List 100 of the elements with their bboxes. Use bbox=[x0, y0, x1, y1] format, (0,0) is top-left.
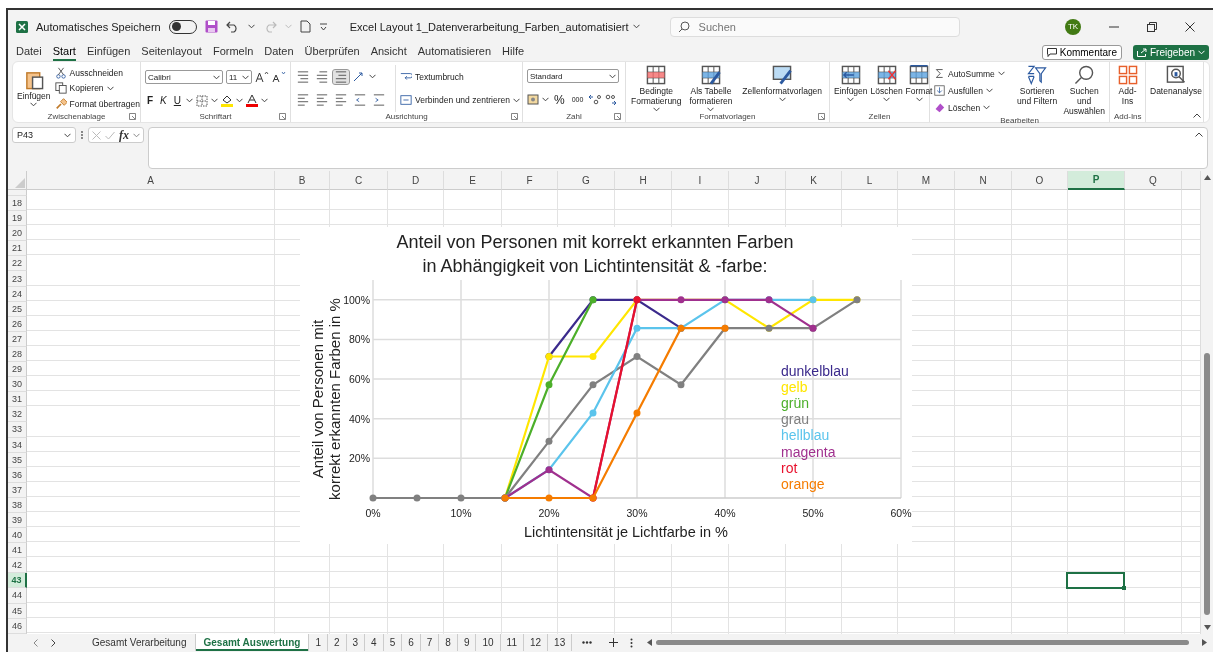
column-header[interactable]: H bbox=[615, 171, 672, 190]
scrollbar-thumb[interactable] bbox=[1204, 353, 1210, 615]
column-header[interactable]: F bbox=[502, 171, 558, 190]
data-analysis-button[interactable]: Datenanalyse bbox=[1150, 65, 1202, 112]
row-header[interactable]: 31 bbox=[8, 392, 27, 408]
row-header[interactable]: 19 bbox=[8, 211, 27, 227]
italic-button[interactable]: K bbox=[158, 94, 169, 107]
scroll-up-icon[interactable] bbox=[1204, 175, 1211, 180]
insert-function-button[interactable]: fx bbox=[119, 127, 129, 143]
sheet-tab[interactable]: Gesamt Auswertung bbox=[195, 634, 310, 651]
column-header[interactable]: D bbox=[388, 171, 444, 190]
save-icon[interactable] bbox=[204, 20, 218, 33]
sort-filter-button[interactable]: Sortieren und Filtern bbox=[1014, 65, 1060, 116]
sheet-tab[interactable]: 13 bbox=[548, 634, 573, 651]
dialog-launcher-icon[interactable] bbox=[614, 113, 621, 120]
menu-tab[interactable]: Seitenlayout bbox=[141, 43, 202, 61]
column-header[interactable]: L bbox=[842, 171, 898, 190]
sheet-tab[interactable]: 4 bbox=[365, 634, 384, 651]
currency-icon[interactable] bbox=[527, 94, 539, 106]
horizontal-scrollbar-thumb[interactable] bbox=[656, 640, 1189, 645]
new-file-icon[interactable] bbox=[299, 20, 311, 33]
row-header[interactable]: 22 bbox=[8, 256, 27, 272]
comments-button[interactable]: Kommentare bbox=[1041, 44, 1122, 60]
merge-center-button[interactable]: Verbinden und zentrieren bbox=[400, 94, 520, 107]
formula-input[interactable] bbox=[148, 127, 1208, 169]
row-header[interactable]: 43 bbox=[8, 573, 27, 589]
format-as-table-button[interactable]: Als Tabelle formatieren bbox=[686, 65, 736, 112]
decrease-decimal-icon[interactable] bbox=[604, 94, 618, 106]
sheet-tab[interactable]: 2 bbox=[327, 634, 347, 651]
more-sheets-icon[interactable] bbox=[582, 641, 593, 644]
column-header[interactable]: A bbox=[27, 171, 275, 190]
orientation-icon[interactable] bbox=[352, 70, 366, 83]
align-bottom-button[interactable] bbox=[333, 69, 349, 84]
number-format-field[interactable]: Standard bbox=[527, 69, 619, 84]
row-header[interactable]: 23 bbox=[8, 271, 27, 287]
increase-font-size-icon[interactable] bbox=[255, 71, 269, 83]
wrap-text-button[interactable]: Textumbruch bbox=[400, 70, 520, 83]
column-header[interactable]: P bbox=[1068, 171, 1125, 190]
collapse-ribbon-icon[interactable] bbox=[1193, 113, 1201, 118]
column-header[interactable]: N bbox=[955, 171, 1012, 190]
row-header[interactable]: 40 bbox=[8, 528, 27, 544]
sheet-tab[interactable]: 1 bbox=[309, 634, 328, 651]
sheet-tab[interactable]: 11 bbox=[500, 634, 524, 651]
align-center-button[interactable] bbox=[314, 93, 330, 108]
row-header[interactable]: 32 bbox=[8, 407, 27, 423]
column-header[interactable]: G bbox=[558, 171, 615, 190]
minimize-icon[interactable] bbox=[1109, 25, 1119, 28]
column-header[interactable]: E bbox=[444, 171, 502, 190]
menu-tab[interactable]: Ansicht bbox=[370, 43, 407, 61]
format-painter-button[interactable]: Format übertragen bbox=[54, 98, 140, 111]
user-avatar[interactable]: TK bbox=[1065, 18, 1081, 35]
share-button[interactable]: Freigeben bbox=[1132, 44, 1209, 60]
menu-tab[interactable]: Hilfe bbox=[502, 43, 525, 61]
column-header[interactable]: M bbox=[898, 171, 955, 190]
increase-indent-button[interactable] bbox=[371, 93, 387, 108]
increase-decimal-icon[interactable] bbox=[588, 94, 602, 106]
dialog-launcher-icon[interactable] bbox=[129, 113, 136, 120]
row-header[interactable]: 21 bbox=[8, 241, 27, 257]
sheet-tab[interactable]: 7 bbox=[420, 634, 440, 651]
sheet-tab[interactable]: 10 bbox=[476, 634, 501, 651]
align-right-button[interactable] bbox=[333, 93, 349, 108]
column-header[interactable]: I bbox=[672, 171, 729, 190]
delete-cells-button[interactable]: Löschen bbox=[871, 65, 902, 112]
percent-button[interactable]: % bbox=[552, 91, 567, 108]
scroll-right-icon[interactable] bbox=[1202, 639, 1207, 646]
fill-button[interactable]: Ausfüllen bbox=[934, 85, 1005, 96]
name-box[interactable]: P43 bbox=[12, 127, 76, 143]
sheet-tab[interactable]: 9 bbox=[457, 634, 477, 651]
row-header[interactable]: 41 bbox=[8, 543, 27, 559]
sheet-tab[interactable]: 8 bbox=[439, 634, 458, 651]
borders-icon[interactable] bbox=[196, 94, 208, 107]
clear-button[interactable]: Löschen bbox=[934, 102, 1005, 113]
row-header[interactable]: 29 bbox=[8, 362, 27, 378]
row-header[interactable]: 42 bbox=[8, 558, 27, 574]
sheet-tab[interactable]: 6 bbox=[402, 634, 421, 651]
menu-tab[interactable]: Automatisieren bbox=[417, 43, 492, 61]
row-header[interactable]: 30 bbox=[8, 377, 27, 393]
column-header[interactable]: J bbox=[729, 171, 786, 190]
fill-color-icon[interactable] bbox=[221, 94, 233, 107]
font-name-field[interactable]: Calibri bbox=[145, 70, 223, 84]
scroll-left-icon[interactable] bbox=[647, 639, 653, 646]
conditional-formatting-button[interactable]: Bedingte Formatierung bbox=[630, 65, 683, 112]
file-name[interactable]: Excel Layout 1_Datenverarbeitung_Farben_automatisiert bbox=[349, 20, 640, 33]
row-header[interactable]: 33 bbox=[8, 422, 27, 438]
undo-icon[interactable] bbox=[225, 20, 240, 33]
menu-tab[interactable]: Überprüfen bbox=[304, 43, 360, 61]
column-header[interactable]: K bbox=[786, 171, 842, 190]
insert-cells-button[interactable]: Einfügen bbox=[834, 65, 868, 112]
cut-button[interactable]: Ausschneiden bbox=[54, 66, 140, 79]
scroll-down-icon[interactable] bbox=[1204, 625, 1211, 630]
cell-styles-button[interactable]: Zellenformatvorlagen bbox=[739, 65, 825, 112]
paste-button[interactable]: Einfügen bbox=[17, 65, 51, 112]
dialog-launcher-icon[interactable] bbox=[511, 113, 518, 120]
next-sheet-icon[interactable] bbox=[50, 638, 56, 647]
menu-tab[interactable]: Datei bbox=[16, 43, 42, 61]
column-header[interactable]: B bbox=[275, 171, 330, 190]
column-header[interactable]: Q bbox=[1125, 171, 1182, 190]
font-size-field[interactable]: 11 bbox=[226, 70, 252, 84]
column-header[interactable]: C bbox=[330, 171, 388, 190]
underline-button[interactable]: U bbox=[171, 94, 183, 107]
